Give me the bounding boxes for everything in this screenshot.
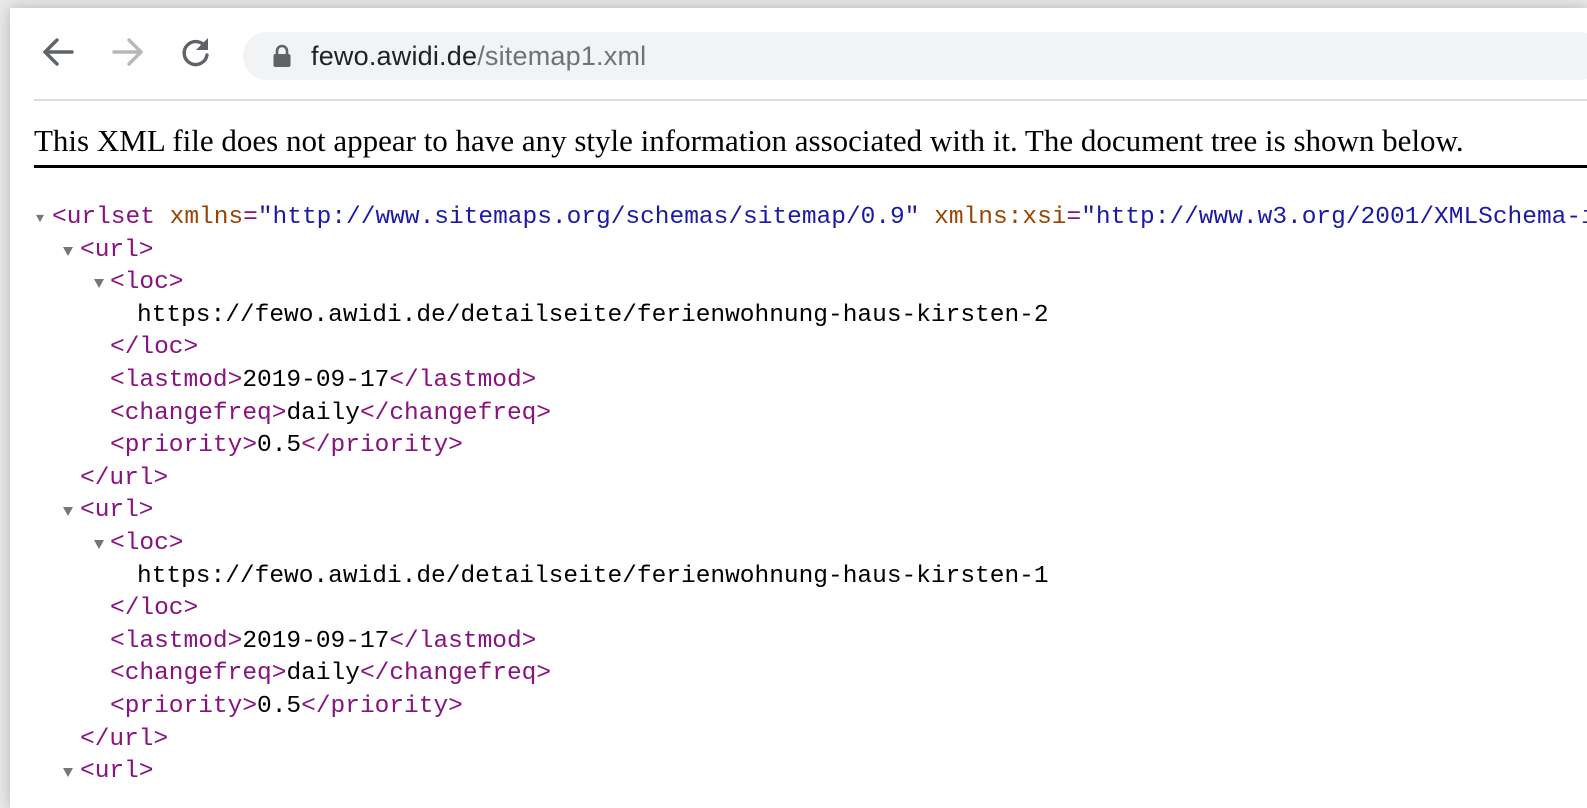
tag-lastmod-close: </lastmod> [389, 366, 537, 394]
changefreq-line: <changefreq>daily</changefreq> [10, 398, 1587, 431]
loc-value: https://fewo.awidi.de/detailseite/ferien… [137, 301, 1049, 329]
tag-priority-open: <priority> [110, 692, 258, 720]
loc-value: https://fewo.awidi.de/detailseite/ferien… [137, 562, 1049, 590]
address-bar[interactable]: fewo.awidi.de/sitemap1.xml [243, 32, 1587, 80]
tag-loc-open: <loc> [110, 529, 184, 557]
urlset-tag: <urlset xmlns="http://www.sitemaps.org/s… [52, 202, 1587, 235]
loc-open-line: <loc> [10, 528, 1587, 561]
tag-lastmod-close: </lastmod> [389, 627, 537, 655]
toolbar-divider [34, 99, 1587, 101]
lock-icon[interactable] [271, 44, 293, 68]
priority-value: 0.5 [257, 692, 302, 720]
tag-lastmod-open: <lastmod> [110, 366, 243, 394]
attribute-equals: = [1066, 204, 1082, 231]
back-button[interactable] [36, 30, 80, 74]
tag-changefreq-close: </changefreq> [359, 660, 552, 688]
back-arrow-icon [43, 38, 74, 66]
tag-loc-close: </loc> [110, 595, 199, 623]
tag-changefreq-open: <changefreq> [110, 660, 287, 688]
collapse-triangle-icon[interactable] [63, 246, 73, 256]
collapse-triangle-icon[interactable] [94, 279, 104, 289]
attribute-equals: = [243, 204, 258, 231]
changefreq-value: daily [286, 660, 360, 688]
collapse-triangle-icon[interactable] [63, 507, 73, 517]
lastmod-value: 2019-09-17 [242, 627, 390, 655]
lastmod-line: <lastmod>2019-09-17</lastmod> [10, 365, 1587, 398]
changefreq-line: <changefreq>daily</changefreq> [10, 658, 1587, 691]
loc-close-line: </loc> [10, 593, 1587, 626]
url-close-line: </url> [10, 724, 1587, 757]
browser-toolbar: fewo.awidi.de/sitemap1.xml [10, 8, 1587, 94]
tag-priority-close: </priority> [301, 432, 463, 460]
priority-value: 0.5 [257, 432, 302, 460]
attribute-name: xmlns [169, 204, 244, 231]
tag-priority-close: </priority> [301, 692, 463, 720]
loc-open-line: <loc> [10, 267, 1587, 300]
xml-info-message: This XML file does not appear to have an… [34, 123, 1464, 158]
loc-text-line: https://fewo.awidi.de/detailseite/ferien… [10, 561, 1587, 594]
info-divider [34, 165, 1587, 168]
tag-changefreq-close: </changefreq> [359, 399, 552, 427]
changefreq-element: <changefreq>daily</changefreq> [110, 658, 551, 691]
forward-arrow-icon [112, 38, 143, 66]
tag-changefreq-open: <changefreq> [110, 399, 287, 427]
url-close-line: </url> [10, 463, 1587, 496]
url-host: fewo.awidi.de [311, 40, 478, 71]
xml-document-tree: <urlset xmlns="http://www.sitemaps.org/s… [10, 202, 1587, 789]
reload-icon [182, 38, 209, 67]
changefreq-value: daily [286, 399, 360, 427]
browser-window: fewo.awidi.de/sitemap1.xml This XML file… [10, 8, 1587, 808]
tag-urlset-open: <urlset [52, 204, 155, 231]
tag-lastmod-open: <lastmod> [110, 627, 243, 655]
lastmod-value: 2019-09-17 [242, 366, 390, 394]
url-path: /sitemap1.xml [477, 40, 647, 71]
lastmod-element: <lastmod>2019-09-17</lastmod> [110, 365, 536, 398]
reload-button[interactable] [174, 30, 218, 74]
forward-button[interactable] [106, 30, 150, 74]
tag-url-open: <url> [80, 236, 154, 264]
url-open-line: <url> [10, 235, 1587, 268]
priority-line: <priority>0.5</priority> [10, 691, 1587, 724]
url-open-line: <url> [10, 756, 1587, 789]
collapse-triangle-icon[interactable] [63, 768, 73, 778]
loc-close-line: </loc> [10, 332, 1587, 365]
lastmod-line: <lastmod>2019-09-17</lastmod> [10, 626, 1587, 659]
tag-url-open: <url> [80, 758, 154, 786]
tag-url-close: </url> [80, 725, 169, 753]
url-open-line: <url> [10, 495, 1587, 528]
attribute-name: xmlns:xsi [934, 204, 1067, 231]
tag-loc-close: </loc> [110, 334, 199, 362]
tag-url-open: <url> [80, 497, 154, 525]
attribute-value: "http://www.w3.org/2001/XMLSchema-instan… [1081, 204, 1587, 231]
url-text[interactable]: fewo.awidi.de/sitemap1.xml [311, 41, 646, 72]
tag-url-close: </url> [80, 464, 169, 492]
loc-text-line: https://fewo.awidi.de/detailseite/ferien… [10, 300, 1587, 333]
priority-element: <priority>0.5</priority> [110, 430, 463, 463]
tag-loc-open: <loc> [110, 269, 184, 297]
attribute-value: "http://www.sitemaps.org/schemas/sitemap… [257, 204, 920, 231]
urlset-line: <urlset xmlns="http://www.sitemaps.org/s… [10, 202, 1587, 235]
tag-priority-open: <priority> [110, 432, 258, 460]
lastmod-element: <lastmod>2019-09-17</lastmod> [110, 626, 536, 659]
collapse-triangle-icon[interactable] [36, 214, 44, 223]
priority-line: <priority>0.5</priority> [10, 430, 1587, 463]
priority-element: <priority>0.5</priority> [110, 691, 463, 724]
changefreq-element: <changefreq>daily</changefreq> [110, 398, 551, 431]
collapse-triangle-icon[interactable] [94, 539, 104, 549]
